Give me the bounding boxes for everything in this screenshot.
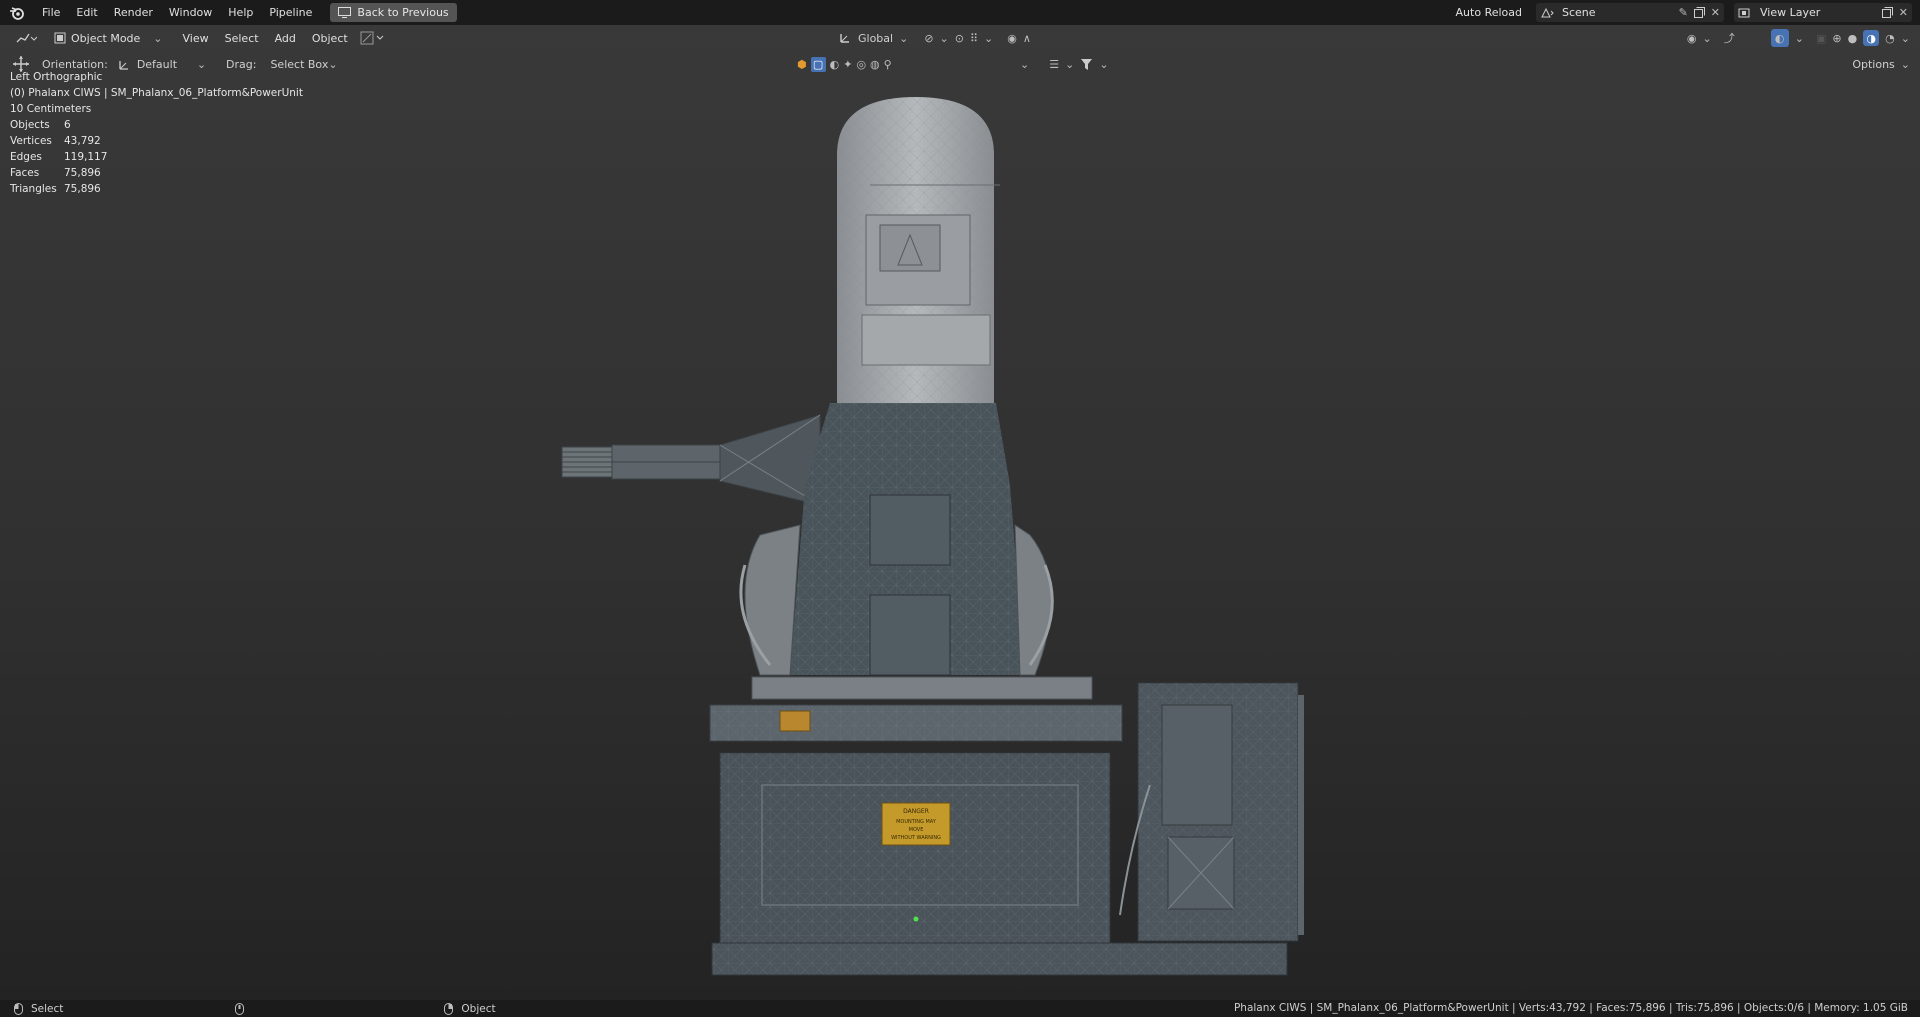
placard-line: MOVE bbox=[909, 827, 924, 833]
status-select-action: Select bbox=[31, 1002, 64, 1015]
gatling-gun bbox=[561, 414, 821, 506]
placard-line: MOUNTING MAY bbox=[896, 819, 937, 825]
menu-help[interactable]: Help bbox=[220, 0, 261, 25]
radome bbox=[837, 97, 1000, 403]
menu-file[interactable]: File bbox=[34, 0, 68, 25]
view-layer-name[interactable]: View Layer bbox=[1760, 6, 1876, 19]
power-unit bbox=[1119, 682, 1304, 942]
mouse-middle-icon bbox=[235, 1002, 245, 1015]
base-ring bbox=[709, 676, 1123, 742]
copy-icon[interactable] bbox=[1693, 7, 1705, 18]
3d-viewport[interactable]: Object Mode ⌄ View Select Add Object Glo… bbox=[0, 25, 1920, 1000]
menu-window[interactable]: Window bbox=[161, 0, 220, 25]
screen-icon bbox=[338, 7, 352, 18]
pin-icon[interactable]: ✎ bbox=[1679, 6, 1688, 19]
top-right-controls: Auto Reload Scene ✎ ✕ View Layer ✕ bbox=[1456, 0, 1920, 25]
placard-line: WITHOUT WARNING bbox=[891, 835, 941, 841]
status-object-action: Object bbox=[461, 1002, 496, 1015]
menu-pipeline[interactable]: Pipeline bbox=[261, 0, 320, 25]
menu-edit[interactable]: Edit bbox=[68, 0, 105, 25]
back-to-previous-label: Back to Previous bbox=[357, 6, 449, 19]
close-icon[interactable]: ✕ bbox=[1899, 6, 1908, 19]
view-layer-icon[interactable] bbox=[1738, 7, 1754, 19]
phalanx-ciws-model[interactable]: DANGER MOUNTING MAY MOVE WITHOUT WARNING bbox=[0, 25, 1920, 1000]
mouse-left-icon bbox=[14, 1002, 23, 1015]
auto-reload-label[interactable]: Auto Reload bbox=[1456, 6, 1522, 19]
status-info: Phalanx CIWS | SM_Phalanx_06_Platform&Po… bbox=[1233, 1002, 1908, 1014]
mouse-right-icon bbox=[444, 1002, 454, 1015]
scene-name[interactable]: Scene bbox=[1562, 6, 1673, 19]
scene-icon[interactable] bbox=[1540, 7, 1556, 19]
back-to-previous-button[interactable]: Back to Previous bbox=[330, 3, 457, 22]
scene-selector[interactable]: Scene ✎ ✕ bbox=[1536, 3, 1724, 22]
view-layer-selector[interactable]: View Layer ✕ bbox=[1734, 3, 1912, 22]
status-bar: Select Object Phalanx CIWS | SM_Phalanx_… bbox=[0, 1000, 1920, 1017]
placard-title: DANGER bbox=[903, 808, 929, 815]
blender-logo-icon[interactable] bbox=[8, 4, 26, 22]
close-icon[interactable]: ✕ bbox=[1711, 6, 1720, 19]
top-bar: File Edit Render Window Help Pipeline Ba… bbox=[0, 0, 1920, 25]
copy-icon[interactable] bbox=[1881, 7, 1893, 18]
menu-render[interactable]: Render bbox=[106, 0, 161, 25]
